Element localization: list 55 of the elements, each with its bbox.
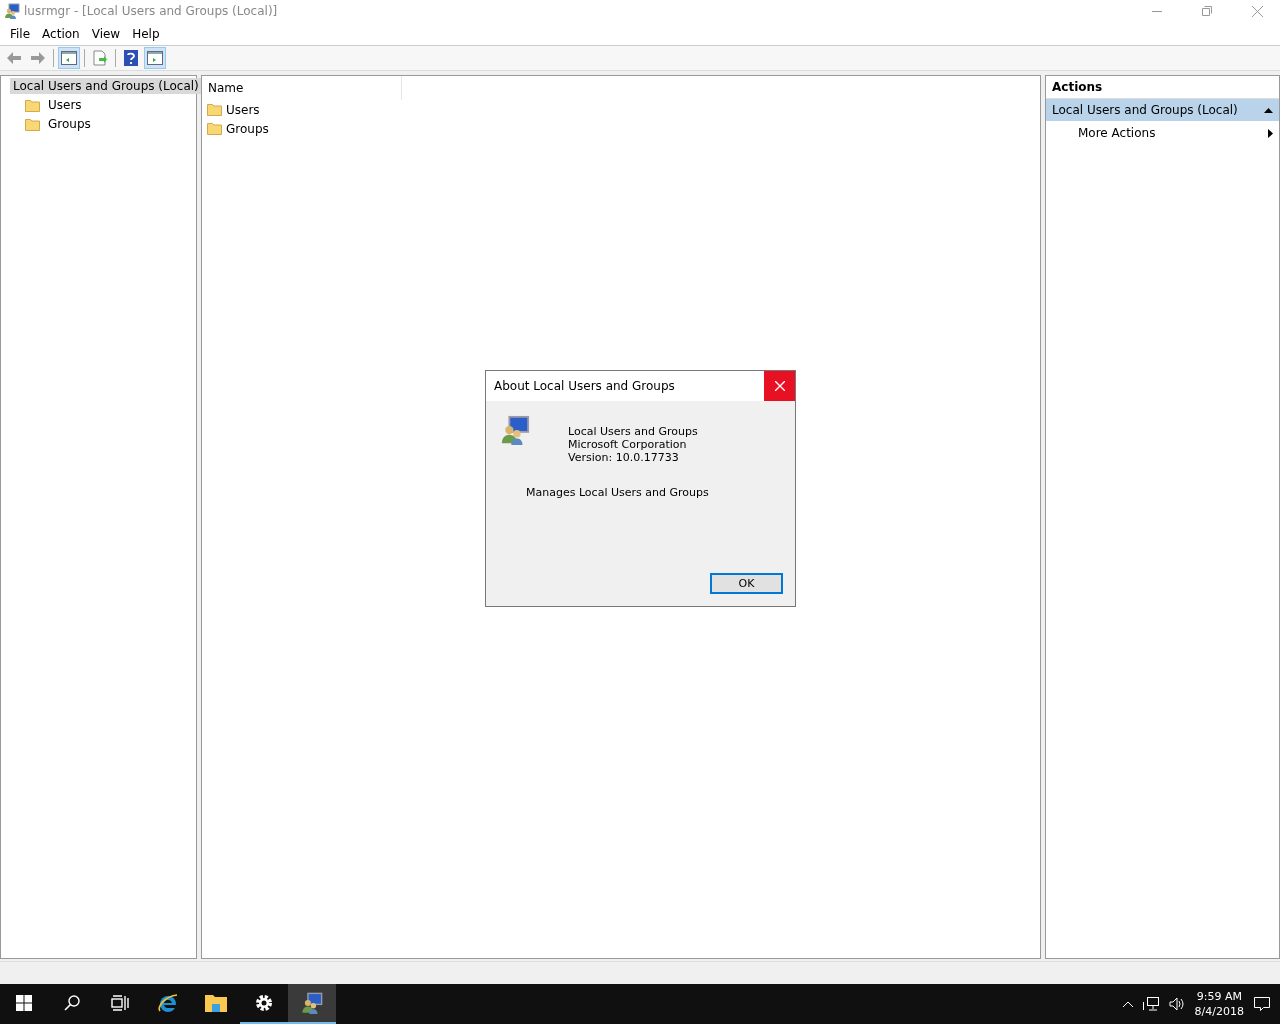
chevron-up-icon <box>1122 1001 1133 1007</box>
clock-time[interactable]: 9:59 AM <box>1196 989 1242 1004</box>
info-line: Local Users and Groups <box>568 425 698 438</box>
ok-button[interactable]: OK <box>710 573 783 594</box>
menu-item[interactable]: Action <box>36 26 86 41</box>
folder-icon <box>207 122 222 135</box>
windows-icon <box>16 995 32 1011</box>
pane-icon <box>61 51 77 65</box>
action-section-header[interactable]: Local Users and Groups (Local) <box>1046 99 1279 121</box>
back-arrow-icon <box>6 51 22 65</box>
notification-icon <box>1254 997 1270 1011</box>
users-computer-icon <box>4 3 20 19</box>
folder-icon <box>205 994 227 1012</box>
info-line: Version: 10.0.17733 <box>568 451 680 464</box>
action-item[interactable]: More Actions <box>1046 121 1279 145</box>
column-header[interactable]: Name <box>202 76 402 100</box>
folder-icon <box>25 98 40 112</box>
users-computer-icon <box>301 992 323 1014</box>
action-label: More Actions <box>1078 126 1156 140</box>
submenu-arrow-icon <box>1268 128 1273 138</box>
section-label: Local Users and Groups (Local) <box>1052 103 1238 117</box>
task-view-icon <box>111 995 129 1011</box>
list-item[interactable]: Groups <box>226 121 269 136</box>
export-list-icon <box>92 50 108 66</box>
description: Manages Local Users and Groups <box>526 486 710 499</box>
restore-icon <box>1202 6 1212 16</box>
dialog-title: About Local Users and Groups <box>494 379 676 393</box>
tree-item[interactable]: Local Users and Groups (Local) <box>10 78 202 94</box>
menu-item[interactable]: Help <box>126 26 166 41</box>
tree-item[interactable]: Groups <box>45 116 94 132</box>
close-button[interactable] <box>764 371 795 401</box>
settings-icon <box>254 993 274 1013</box>
close-icon <box>774 381 785 391</box>
window-title: lusrmgr - [Local Users and Groups (Local)] <box>24 4 279 18</box>
volume-icon <box>1168 997 1185 1011</box>
menu-item[interactable]: File <box>4 26 37 41</box>
users-computer-icon <box>500 415 530 445</box>
tree-item[interactable]: Users <box>45 97 85 113</box>
forward-arrow-icon <box>30 51 46 65</box>
folder-icon <box>207 103 222 116</box>
menu-item[interactable]: View <box>85 26 127 41</box>
toolbar-button[interactable] <box>144 47 166 69</box>
list-item[interactable]: Users <box>226 102 260 117</box>
toolbar-button[interactable] <box>58 47 80 69</box>
folder-icon <box>25 117 40 131</box>
pane-icon <box>147 51 163 65</box>
browser-e-icon <box>157 992 179 1014</box>
info-line: Microsoft Corporation <box>568 438 688 451</box>
minimize-icon <box>1152 10 1162 12</box>
collapse-icon <box>1264 107 1273 113</box>
network-icon <box>1142 997 1159 1011</box>
close-icon <box>1251 5 1263 17</box>
clock-date[interactable]: 8/4/2018 <box>1194 1004 1244 1019</box>
help-icon <box>124 50 138 66</box>
search-icon <box>64 995 80 1011</box>
